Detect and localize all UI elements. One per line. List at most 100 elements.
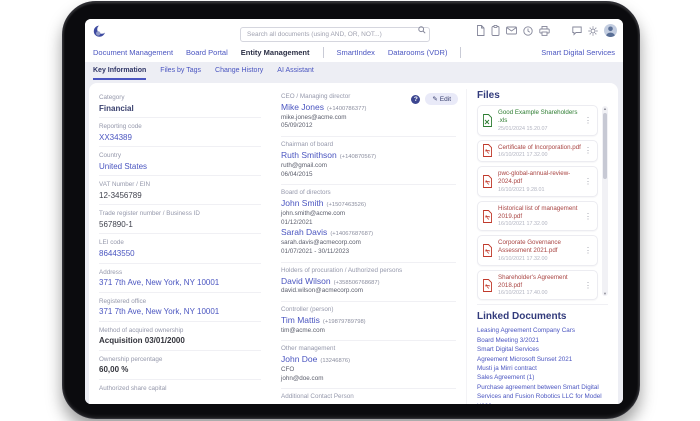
- field-value[interactable]: 371 7th Ave, New York, NY 10001: [99, 278, 261, 288]
- file-row[interactable]: pwc-global-annual-review-2024.pdf 16/10/…: [477, 166, 598, 197]
- linked-document[interactable]: Board Meeting 3/2021: [477, 336, 608, 345]
- top-bar: [85, 19, 623, 43]
- kebab-menu-icon[interactable]: ⋮: [583, 146, 593, 155]
- field-value: 567890-1: [99, 219, 133, 229]
- file-timestamp: 16/10/2021 17.32.00: [498, 152, 548, 159]
- linked-document[interactable]: Smart Digital Services: [477, 345, 608, 354]
- field-lei-code: LEI code 86443550: [99, 234, 261, 264]
- side-panel: Files Good Example Shareholders .xls 25/…: [467, 89, 608, 404]
- field-trade-register: Trade register number / Business ID 5678…: [99, 205, 261, 235]
- scroll-down-icon[interactable]: ▼: [602, 291, 608, 296]
- field-value[interactable]: XX34389: [99, 133, 261, 143]
- nav-smartindex[interactable]: SmartIndex: [337, 48, 375, 57]
- edit-button[interactable]: ✎ Edit: [425, 93, 458, 105]
- file-row[interactable]: Shareholder's Agreement 2018.pdf 16/10/2…: [477, 269, 598, 301]
- linked-document[interactable]: Agreement Microsoft Sunset 2021: [477, 355, 608, 364]
- person-date: 05/09/2012: [281, 122, 313, 130]
- person-link[interactable]: Ruth Smithson (+140870567): [281, 150, 456, 162]
- printer-icon[interactable]: [539, 25, 550, 36]
- file-timestamp: 16/10/2021 17.32.00: [498, 255, 548, 262]
- clipboard-icon[interactable]: [491, 25, 500, 36]
- mail-icon[interactable]: [506, 26, 517, 35]
- tab-key-information[interactable]: Key Information: [93, 67, 147, 80]
- scrollbar-thumb[interactable]: [603, 113, 607, 179]
- pdf-file-icon: [482, 175, 494, 188]
- person-link[interactable]: John Smith (+1507463526): [281, 198, 456, 210]
- person-link[interactable]: David Wilson (+358506768687): [281, 276, 456, 288]
- person-link[interactable]: Frank Doe(165768543): [281, 402, 456, 404]
- field-vat-ein: VAT Number / EIN 12-3456789: [99, 176, 261, 206]
- files-scrollbar[interactable]: ▲ ▼: [602, 106, 608, 297]
- chat-icon[interactable]: [572, 26, 582, 36]
- linked-document[interactable]: Leasing Agreement Company Cars: [477, 326, 608, 335]
- global-search: [240, 23, 430, 42]
- tab-files-by-tags[interactable]: Files by Tags: [160, 67, 201, 80]
- tab-change-history[interactable]: Change History: [215, 67, 263, 80]
- nav-divider: [460, 47, 462, 58]
- tenant-name[interactable]: Smart Digital Services: [541, 48, 615, 57]
- xls-file-icon: [482, 113, 494, 127]
- field-value: 60,00 %: [99, 365, 129, 375]
- tab-ai-assistant[interactable]: AI Assistant: [277, 67, 314, 80]
- file-row[interactable]: Certificate of Incorporation.pdf 16/10/2…: [477, 139, 598, 163]
- nav-board-portal[interactable]: Board Portal: [186, 48, 228, 57]
- nav-entity-management[interactable]: Entity Management: [241, 48, 310, 57]
- field-reporting-code: Reporting code XX34389: [99, 118, 261, 148]
- linked-document[interactable]: Purchase agreement between Smart Digital…: [477, 383, 608, 404]
- kebab-menu-icon[interactable]: ⋮: [583, 281, 593, 290]
- page-background: Document Management Board Portal Entity …: [0, 0, 700, 421]
- clock-icon[interactable]: [523, 25, 533, 36]
- gear-icon[interactable]: [588, 25, 598, 36]
- person-email: tim@acme.com: [281, 326, 325, 334]
- pdf-file-icon: [482, 144, 494, 158]
- person-email: john.smith@acme.com: [281, 209, 346, 217]
- pdf-file-icon: [482, 244, 494, 257]
- linked-document[interactable]: Musti ja Mirri contract: [477, 364, 608, 373]
- kebab-menu-icon[interactable]: ⋮: [583, 177, 593, 186]
- field-label: Ownership percentage: [99, 355, 163, 363]
- search-input[interactable]: [240, 27, 430, 42]
- entity-card: Category Financial Reporting code XX3438…: [89, 83, 618, 404]
- people-column: ? ✎ Edit CEO / Managing director Mike Jon…: [271, 89, 467, 404]
- linked-documents-heading: Linked Documents: [477, 311, 567, 323]
- search-icon[interactable]: [418, 26, 426, 34]
- file-row[interactable]: Historical list of management 2019.pdf 1…: [477, 200, 598, 232]
- field-authorized-share-capital: Authorized share capital: [99, 380, 261, 399]
- section-chairman: Chairman of board Ruth Smithson (+1408705…: [281, 137, 456, 186]
- nav-datarooms-vdr[interactable]: Datarooms (VDR): [388, 48, 448, 57]
- person-link[interactable]: Tim Mattis (+19879789798): [281, 315, 456, 327]
- person-email: mike.jones@acme.com: [281, 113, 347, 121]
- section-other-management: Other management John Doe (13246876) CFO …: [281, 341, 456, 390]
- file-row[interactable]: Corporate Governance Assessment 2021.pdf…: [477, 235, 598, 266]
- kebab-menu-icon[interactable]: ⋮: [583, 212, 593, 221]
- top-icon-strip: [476, 24, 617, 37]
- file-row[interactable]: Good Example Shareholders .xls 25/01/202…: [477, 105, 598, 136]
- field-label: Registered office: [99, 297, 147, 305]
- scroll-up-icon[interactable]: ▲: [602, 106, 608, 111]
- kebab-menu-icon[interactable]: ⋮: [583, 246, 593, 255]
- field-ownership-method: Method of acquired ownership Acquisition…: [99, 322, 261, 351]
- file-name: Certificate of Incorporation.pdf: [498, 143, 581, 151]
- field-value[interactable]: United States: [99, 162, 261, 172]
- file-meta: Historical list of management 2019.pdf 1…: [498, 205, 583, 228]
- help-icon[interactable]: ?: [411, 94, 421, 104]
- field-value: 12-3456789: [99, 190, 142, 200]
- field-value[interactable]: 86443550: [99, 249, 261, 259]
- nav-document-management[interactable]: Document Management: [93, 48, 173, 57]
- person-phone: (+140870567): [339, 154, 377, 161]
- field-label: Method of acquired ownership: [99, 326, 184, 334]
- section-additional-contact: Additional Contact Person Frank Doe(1657…: [281, 389, 456, 404]
- document-icon[interactable]: [476, 25, 485, 36]
- person-link[interactable]: Sarah Davis (+14067687687): [281, 227, 456, 239]
- file-timestamp: 16/10/2021 17.40.00: [498, 290, 548, 297]
- kebab-menu-icon[interactable]: ⋮: [583, 116, 593, 125]
- field-value[interactable]: 371 7th Ave, New York, NY 10001: [99, 307, 261, 317]
- section-label: Other management: [281, 345, 336, 353]
- pencil-icon: ✎: [432, 96, 438, 103]
- field-label: Category: [99, 94, 125, 101]
- nav-divider: [322, 47, 324, 58]
- user-avatar[interactable]: [604, 24, 617, 37]
- person-link[interactable]: John Doe (13246876): [281, 354, 456, 366]
- field-label: Reporting code: [99, 123, 142, 131]
- linked-document[interactable]: Sales Agreement (1): [477, 373, 608, 382]
